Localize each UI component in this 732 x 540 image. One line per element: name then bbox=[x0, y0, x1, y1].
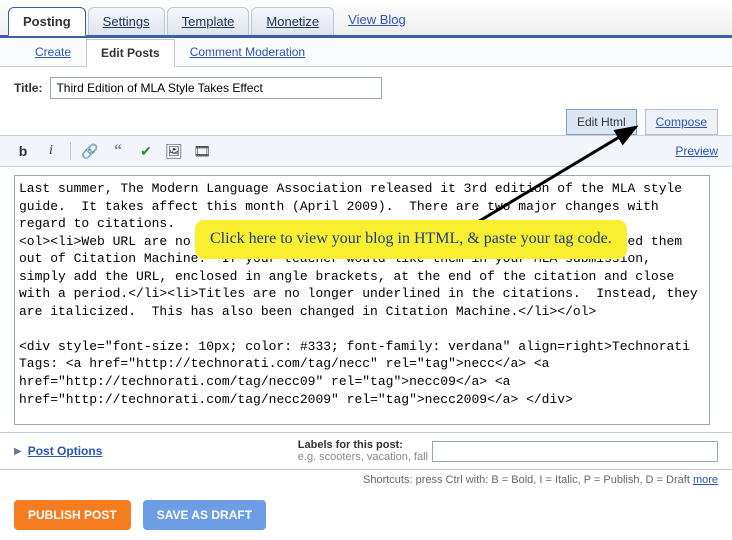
html-editor[interactable] bbox=[14, 175, 710, 425]
link-icon[interactable]: 🔗 bbox=[81, 142, 99, 160]
tab-monetize[interactable]: Monetize bbox=[251, 7, 334, 35]
italic-button[interactable]: i bbox=[42, 142, 60, 160]
blockquote-button[interactable]: “ bbox=[109, 142, 127, 160]
spellcheck-button[interactable]: ✔ bbox=[137, 142, 155, 160]
subtab-create[interactable]: Create bbox=[20, 38, 86, 66]
tab-settings[interactable]: Settings bbox=[88, 7, 165, 35]
post-options-link[interactable]: Post Options bbox=[28, 444, 103, 458]
expand-icon[interactable]: ▶ bbox=[14, 446, 22, 457]
tab-posting[interactable]: Posting bbox=[8, 7, 86, 36]
labels-input[interactable] bbox=[432, 441, 718, 462]
publish-post-button[interactable]: PUBLISH POST bbox=[14, 500, 131, 530]
save-as-draft-button[interactable]: SAVE AS DRAFT bbox=[143, 500, 266, 530]
view-blog-link[interactable]: View Blog bbox=[336, 4, 418, 35]
edit-html-button[interactable]: Edit Html bbox=[566, 109, 637, 135]
labels-example: e.g. scooters, vacation, fall bbox=[298, 451, 428, 463]
tab-template[interactable]: Template bbox=[167, 7, 250, 35]
subtab-edit-posts[interactable]: Edit Posts bbox=[86, 39, 175, 67]
subtab-comment-moderation[interactable]: Comment Moderation bbox=[175, 38, 320, 66]
image-button[interactable]: 🖼 bbox=[165, 142, 183, 160]
compose-button[interactable]: Compose bbox=[645, 109, 718, 135]
video-button[interactable]: 🎞 bbox=[193, 142, 211, 160]
title-label: Title: bbox=[14, 81, 42, 95]
shortcuts-more-link[interactable]: more bbox=[693, 474, 718, 486]
bold-button[interactable]: b bbox=[14, 142, 32, 160]
labels-label: Labels for this post: bbox=[298, 439, 428, 451]
shortcuts-hint: Shortcuts: press Ctrl with: B = Bold, I … bbox=[0, 470, 732, 490]
separator bbox=[70, 142, 71, 160]
preview-link[interactable]: Preview bbox=[675, 144, 718, 158]
title-input[interactable] bbox=[50, 77, 382, 99]
